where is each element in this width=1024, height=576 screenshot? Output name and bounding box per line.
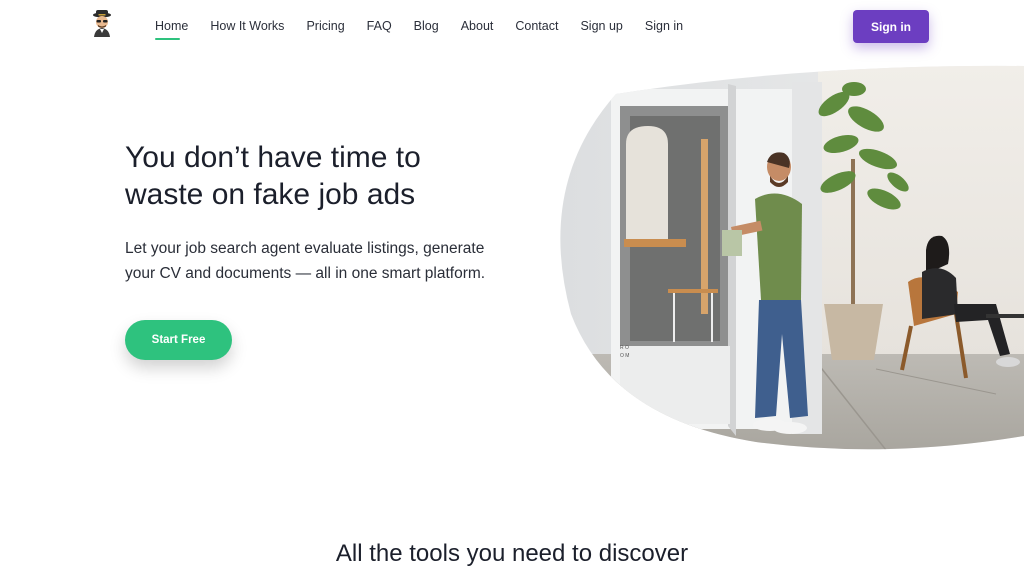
hero-subtitle: Let your job search agent evaluate listi… [125,236,525,286]
hero-title-line-2: waste on fake job ads [125,178,416,211]
nav-blog[interactable]: Blog [414,19,439,33]
nav-links: Home How It Works Pricing FAQ Blog About… [155,19,705,40]
svg-text:R O: R O [620,345,629,351]
hero-subtitle-line-1: Let your job search agent evaluate listi… [125,240,485,257]
hero-title-line-1: You don’t have time to [125,141,421,174]
nav-sign-up[interactable]: Sign up [580,19,622,33]
nav-contact[interactable]: Contact [515,19,558,33]
hero-subtitle-line-2: your CV and documents — all in one smart… [125,265,486,282]
nav-faq[interactable]: FAQ [367,19,392,33]
hero-title: You don’t have time to waste on fake job… [125,139,545,213]
sign-in-button[interactable]: Sign in [853,10,929,43]
nav-sign-in[interactable]: Sign in [645,19,683,33]
nav-how-it-works[interactable]: How It Works [210,19,284,33]
nav-about[interactable]: About [461,19,494,33]
navbar: Home How It Works Pricing FAQ Blog About… [0,0,1024,54]
start-free-button[interactable]: Start Free [125,320,232,360]
hero-image: R O O M [556,64,1024,450]
logo-icon[interactable] [90,9,114,37]
section-title: All the tools you need to discover [335,540,689,567]
svg-text:O M: O M [620,353,629,359]
nav-pricing[interactable]: Pricing [306,19,344,33]
nav-home[interactable]: Home [155,19,188,40]
